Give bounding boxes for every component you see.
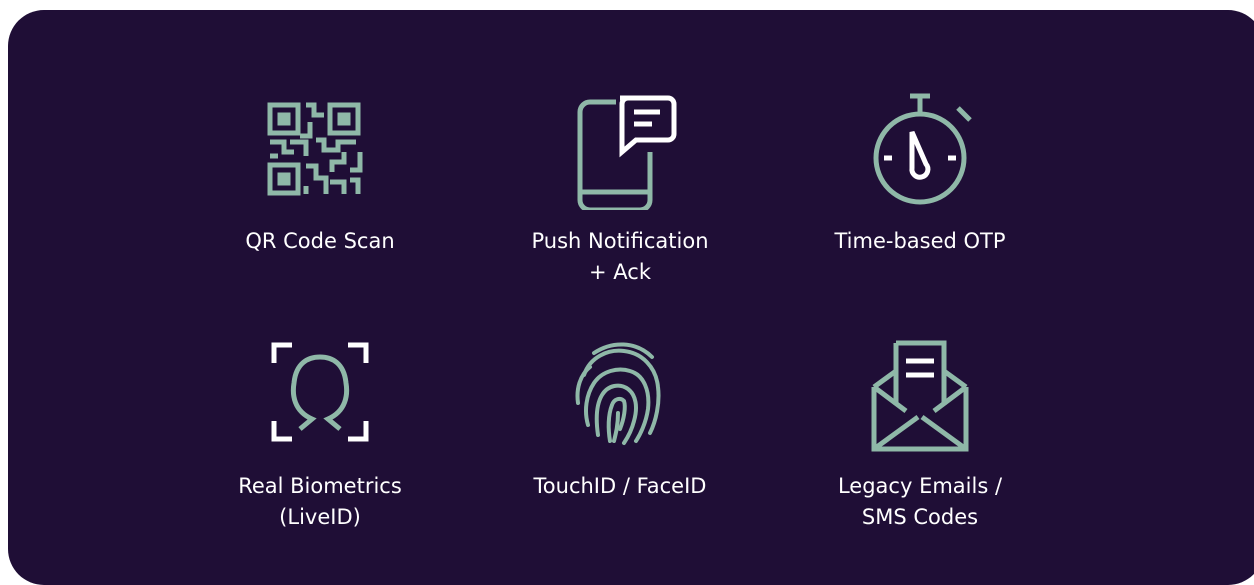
method-touchid-faceid: TouchID / FaceID — [500, 325, 740, 555]
method-real-biometrics: Real Biometrics (LiveID) — [200, 325, 440, 555]
method-label: Time-based OTP — [834, 229, 1006, 253]
method-label: Push Notification + Ack — [531, 229, 709, 284]
phone-message-icon — [560, 90, 680, 210]
auth-methods-panel: QR Code Scan Push Notification + Ack Tim… — [8, 10, 1254, 585]
method-qr-code-scan: QR Code Scan — [200, 80, 440, 300]
face-scan-icon — [260, 333, 380, 453]
method-label: Real Biometrics (LiveID) — [238, 474, 402, 529]
envelope-icon — [860, 333, 980, 453]
method-label: TouchID / FaceID — [533, 474, 707, 498]
method-time-based-otp: Time-based OTP — [800, 80, 1040, 300]
method-label: QR Code Scan — [245, 229, 395, 253]
method-legacy-email-sms: Legacy Emails / SMS Codes — [800, 325, 1040, 555]
stopwatch-icon — [860, 88, 980, 208]
method-push-notification: Push Notification + Ack — [500, 80, 740, 300]
qr-code-icon — [260, 90, 380, 210]
method-label: Legacy Emails / SMS Codes — [837, 474, 1003, 529]
fingerprint-icon — [560, 333, 680, 453]
